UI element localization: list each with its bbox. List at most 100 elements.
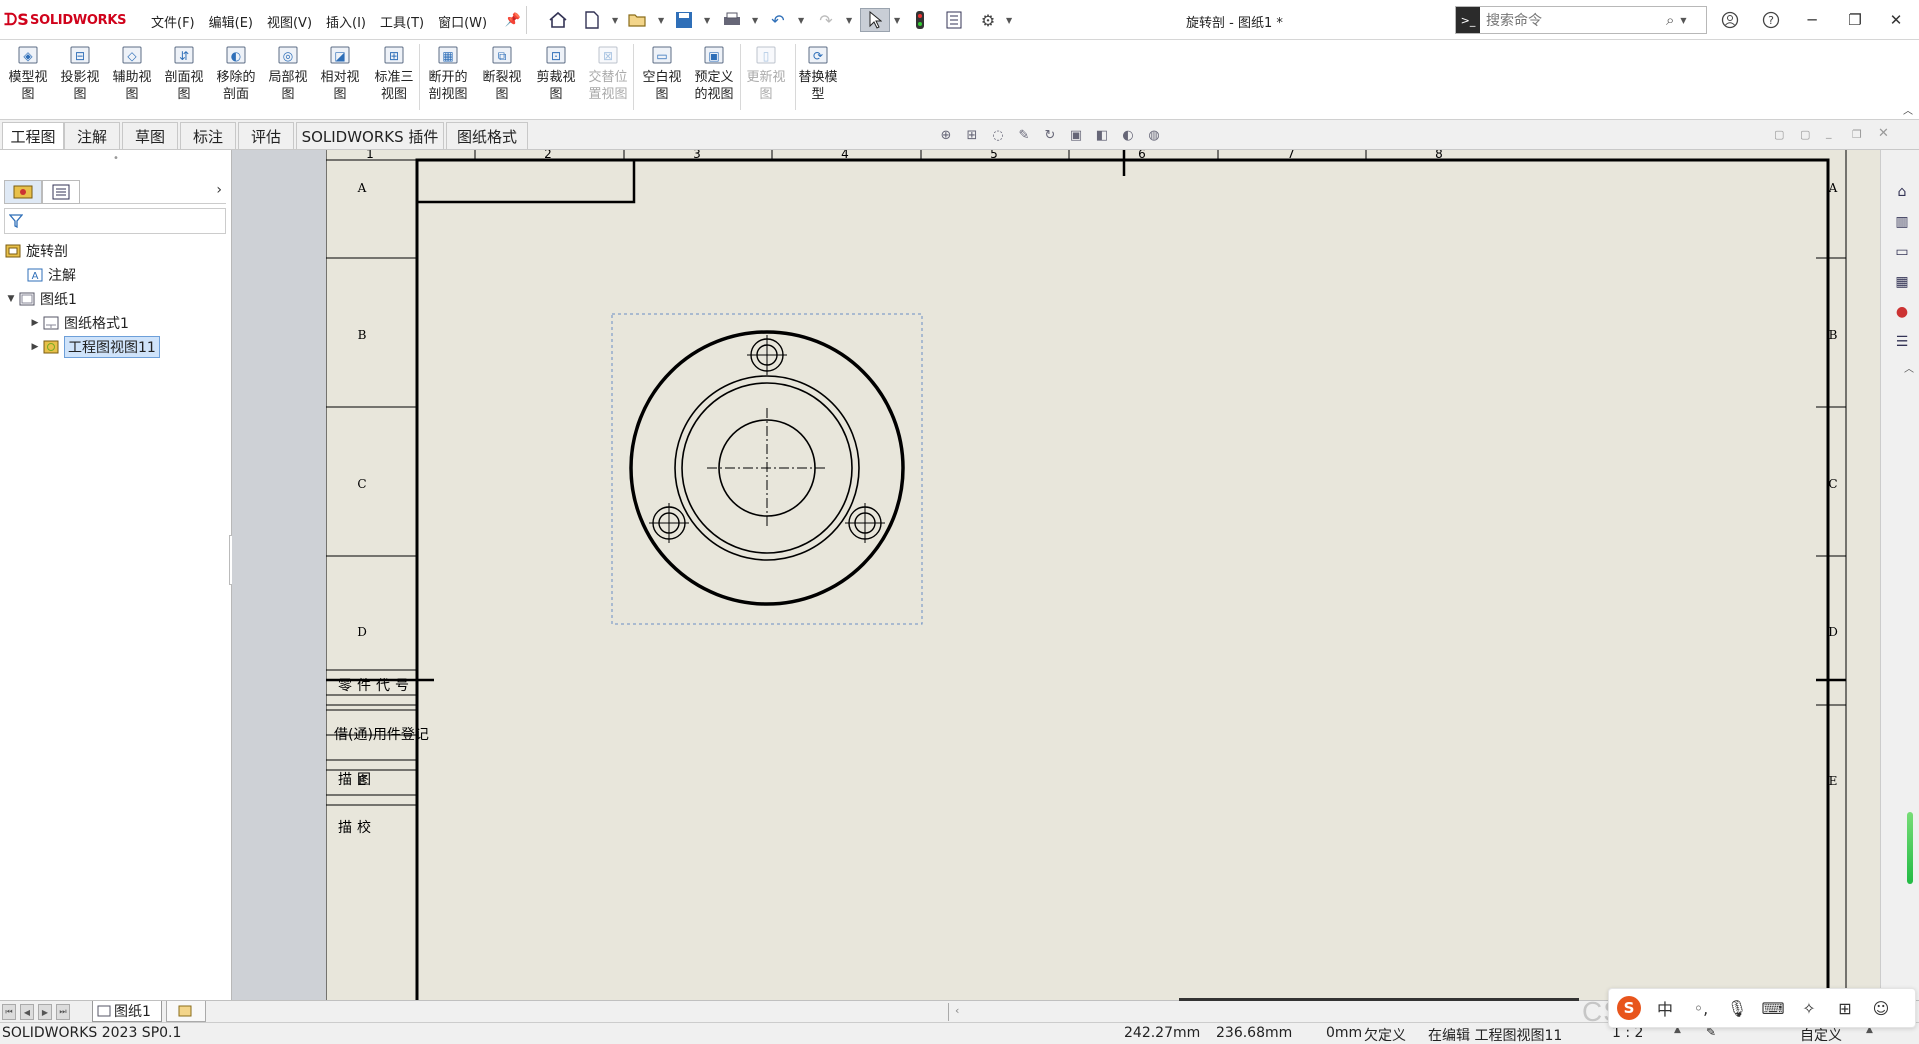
ribbon-button-model-view[interactable]: ◈ 模型视 图 bbox=[4, 44, 52, 110]
ribbon-button-relative-view[interactable]: ◪ 相对视 图 bbox=[316, 44, 364, 110]
punctuation-icon[interactable]: ◦, bbox=[1689, 996, 1713, 1020]
chevron-down-icon[interactable]: ▼ bbox=[704, 16, 710, 25]
menu-view[interactable]: 视图(V) bbox=[260, 12, 319, 31]
sketch-tool-icon[interactable]: ✎ bbox=[1013, 126, 1035, 144]
appearances-scenes-icon[interactable]: ● bbox=[1890, 300, 1914, 323]
options-gear-icon[interactable]: ⚙ bbox=[976, 8, 1000, 32]
hide-show-icon[interactable]: ◐ bbox=[1117, 126, 1139, 144]
pin-icon[interactable]: 📌 bbox=[504, 8, 522, 32]
collapse-ribbon-icon[interactable]: ︿ bbox=[1903, 102, 1913, 117]
menu-window[interactable]: 窗口(W) bbox=[431, 12, 494, 31]
tree-item-annotations[interactable]: A 注解 bbox=[26, 264, 76, 286]
rotate-view-icon[interactable]: ↻ bbox=[1039, 126, 1061, 144]
scroll-left-icon[interactable]: ‹ bbox=[955, 1004, 959, 1017]
previous-view-icon[interactable]: ◌ bbox=[987, 126, 1009, 144]
menu-insert[interactable]: 插入(I) bbox=[319, 12, 373, 31]
view-palette-icon[interactable]: ▦ bbox=[1890, 270, 1914, 293]
chevron-down-icon[interactable]: ▼ bbox=[1680, 16, 1686, 25]
tree-item-drawing-view[interactable]: ▶ 工程图视图11 bbox=[28, 336, 160, 358]
drawing-view-11[interactable] bbox=[611, 313, 923, 625]
scroll-thumb[interactable] bbox=[1907, 812, 1913, 884]
appearance-icon[interactable]: ◍ bbox=[1143, 126, 1165, 144]
chevron-down-icon[interactable]: ▼ bbox=[798, 16, 804, 25]
ribbon-button-crop-view[interactable]: ⊡ 剪裁视 图 bbox=[532, 44, 580, 110]
chevron-down-icon[interactable]: ▼ bbox=[1006, 16, 1012, 25]
drawing-sheet[interactable]: 12345678 A AB BC CD DE E 零件代号借(通)用件登记描图描校 bbox=[326, 150, 1880, 1000]
add-sheet-button[interactable] bbox=[166, 1001, 206, 1022]
ribbon-button-replace-model[interactable]: ⟳ 替换模 型 bbox=[794, 44, 842, 110]
ribbon-button-auxiliary-view[interactable]: ◇ 辅助视 图 bbox=[108, 44, 156, 110]
chevron-right-icon[interactable]: ▶ bbox=[28, 318, 42, 328]
restore-icon[interactable]: ❐ bbox=[1840, 8, 1870, 32]
first-sheet-icon[interactable]: ⏮ bbox=[2, 1004, 16, 1020]
undo-icon[interactable]: ↶ bbox=[766, 8, 790, 32]
ribbon-button-break-view[interactable]: ⧉ 断裂视 图 bbox=[478, 44, 526, 110]
vertical-scrollbar[interactable]: ︿ bbox=[1902, 360, 1916, 1000]
scroll-thumb[interactable] bbox=[1179, 998, 1579, 1001]
ribbon-button-removed-section[interactable]: ◐ 移除的 剖面 bbox=[212, 44, 260, 110]
solidworks-logo[interactable]: ᗪS SOLIDWORKS bbox=[4, 10, 126, 30]
rebuild-traffic-light-icon[interactable] bbox=[910, 8, 930, 32]
tab-evaluate[interactable]: 评估 bbox=[238, 122, 294, 149]
tab-sketch[interactable]: 草图 bbox=[122, 122, 178, 149]
tree-item-sheet-format[interactable]: ▶ 图纸格式1 bbox=[28, 312, 129, 334]
chevron-right-icon[interactable]: › bbox=[216, 182, 222, 198]
tab-markup[interactable]: 标注 bbox=[180, 122, 236, 149]
chevron-down-icon[interactable]: ▼ bbox=[612, 16, 618, 25]
keyboard-icon[interactable]: ⌨ bbox=[1761, 996, 1785, 1020]
menu-edit[interactable]: 编辑(E) bbox=[202, 12, 260, 31]
property-manager-tab-icon[interactable] bbox=[42, 179, 80, 204]
horizontal-scrollbar[interactable]: ‹ bbox=[948, 998, 1608, 1021]
search-commands-box[interactable]: >_ ⌕ ▼ bbox=[1455, 6, 1707, 34]
menu-file[interactable]: 文件(F) bbox=[144, 12, 202, 31]
last-sheet-icon[interactable]: ⏭ bbox=[56, 1004, 70, 1020]
microphone-icon[interactable]: 🎙 bbox=[1725, 996, 1749, 1020]
zoom-to-fit-icon[interactable]: ⊕ bbox=[935, 126, 957, 144]
file-properties-icon[interactable] bbox=[942, 8, 966, 32]
custom-properties-icon[interactable]: ☰ bbox=[1890, 330, 1914, 353]
feature-manager-tab-icon[interactable] bbox=[4, 179, 42, 204]
minimize-icon[interactable]: ─ bbox=[1797, 8, 1827, 32]
skin-icon[interactable]: ✧ bbox=[1797, 996, 1821, 1020]
redo-icon[interactable]: ↷ bbox=[814, 8, 838, 32]
tab-sheet-format[interactable]: 图纸格式 bbox=[446, 122, 528, 149]
display-style-icon[interactable]: ▣ bbox=[1065, 126, 1087, 144]
user-profile-icon[interactable]: ☺ bbox=[1869, 996, 1893, 1020]
chevron-down-icon[interactable]: ▼ bbox=[658, 16, 664, 25]
tree-filter[interactable] bbox=[4, 208, 226, 234]
design-library-icon[interactable]: ▥ bbox=[1890, 210, 1914, 233]
search-icon[interactable]: ⌕ bbox=[1666, 11, 1674, 29]
file-explorer-folder-icon[interactable]: ▭ bbox=[1890, 240, 1914, 263]
tile-icon[interactable]: ▢ bbox=[1774, 128, 1784, 141]
search-input[interactable] bbox=[1486, 12, 1662, 28]
print-icon[interactable] bbox=[720, 8, 744, 32]
help-icon[interactable]: ? bbox=[1756, 8, 1786, 32]
chinese-mode-icon[interactable]: 中 bbox=[1653, 996, 1677, 1020]
chevron-down-icon[interactable]: ▼ bbox=[4, 294, 18, 304]
ribbon-button-empty-view[interactable]: ▭ 空白视 图 bbox=[638, 44, 686, 110]
toolbox-grid-icon[interactable]: ⊞ bbox=[1833, 996, 1857, 1020]
tree-item-sheet[interactable]: ▼ 图纸1 bbox=[4, 288, 77, 310]
panel-grip[interactable]: • bbox=[0, 150, 232, 170]
tree-root-drawing[interactable]: 旋转剖 bbox=[4, 240, 68, 262]
menu-tools[interactable]: 工具(T) bbox=[373, 12, 431, 31]
ribbon-button-projected-view[interactable]: ⊟ 投影视 图 bbox=[56, 44, 104, 110]
zoom-to-area-icon[interactable]: ⊞ bbox=[961, 126, 983, 144]
open-folder-icon[interactable] bbox=[626, 8, 650, 32]
restore-icon[interactable]: ❐ bbox=[1852, 128, 1862, 141]
next-sheet-icon[interactable]: ▶ bbox=[38, 1004, 52, 1020]
new-document-icon[interactable] bbox=[580, 8, 604, 32]
tab-drawing[interactable]: 工程图 bbox=[2, 122, 64, 149]
save-icon[interactable] bbox=[672, 8, 696, 32]
solidworks-resources-home-icon[interactable]: ⌂ bbox=[1890, 180, 1914, 203]
ribbon-button-predefined-view[interactable]: ▣ 预定义 的视图 bbox=[690, 44, 738, 110]
chevron-down-icon[interactable]: ▼ bbox=[846, 16, 852, 25]
drawing-sheet-viewport[interactable]: 12345678 AABBCCDDEE 零件代号 借(通)用件登记 描图 描校 bbox=[326, 150, 1880, 1000]
tile-icon[interactable]: ▢ bbox=[1800, 128, 1810, 141]
chevron-down-icon[interactable]: ▼ bbox=[752, 16, 758, 25]
sheet-tab-sheet1[interactable]: 图纸1 bbox=[92, 1001, 162, 1022]
user-account-icon[interactable] bbox=[1715, 8, 1745, 32]
scroll-up-icon[interactable]: ︿ bbox=[1902, 360, 1916, 375]
close-icon[interactable]: ✕ bbox=[1878, 126, 1889, 141]
ribbon-button-standard-3view[interactable]: ⊞ 标准三 视图 bbox=[370, 44, 418, 110]
